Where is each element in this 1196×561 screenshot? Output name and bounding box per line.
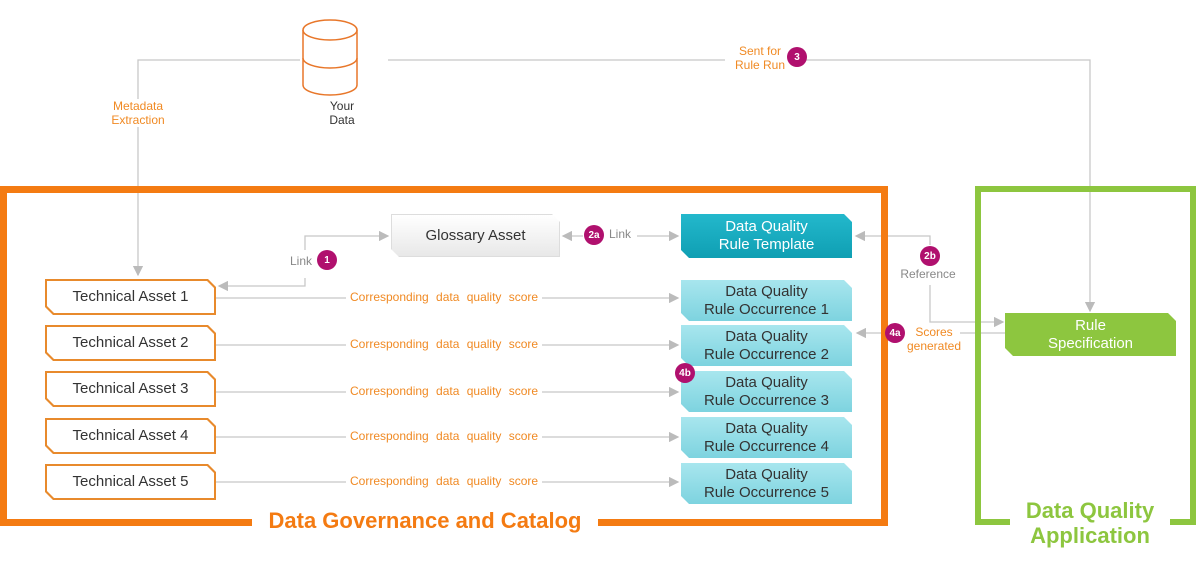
occurrence-line1: Data Quality xyxy=(725,327,808,345)
rule-spec-line1: Rule xyxy=(1075,316,1106,334)
occurrence-line2: Rule Occurrence 2 xyxy=(703,345,830,363)
dq-app-title-line2: Application xyxy=(1030,523,1150,548)
technical-asset-label: Technical Asset 3 xyxy=(47,373,214,405)
governance-title: Data Governance and Catalog xyxy=(252,508,598,533)
rule-template-line1: Data Quality xyxy=(725,218,808,235)
step-badge-1: 1 xyxy=(317,250,337,270)
your-data-line1: Your xyxy=(329,99,355,113)
dq-app-title: Data Quality Application xyxy=(1010,498,1170,548)
technical-asset-5[interactable]: Technical Asset 5 xyxy=(45,464,216,500)
scores-line1: Scores xyxy=(915,325,953,339)
technical-asset-label: Technical Asset 2 xyxy=(47,327,214,359)
diagram-canvas: Data Governance and Catalog Data Quality… xyxy=(0,0,1196,561)
sent-line1: Sent for xyxy=(738,44,782,58)
technical-asset-4[interactable]: Technical Asset 4 xyxy=(45,418,216,454)
rule-template-box[interactable]: Data Quality Rule Template xyxy=(681,214,852,258)
rule-spec-line2: Specification xyxy=(1047,334,1134,352)
score-label-5: Corresponding data quality score xyxy=(346,474,543,488)
step-badge-2a: 2a xyxy=(584,225,604,245)
scores-line2: generated xyxy=(906,339,962,353)
step-badge-4a: 4a xyxy=(885,323,905,343)
score-label-1: Corresponding data quality score xyxy=(346,290,543,304)
occurrence-line2: Rule Occurrence 5 xyxy=(703,483,830,501)
dq-app-title-line1: Data Quality xyxy=(1025,498,1155,523)
rule-occurrence-1[interactable]: Data Quality Rule Occurrence 1 xyxy=(681,280,852,321)
occurrence-line2: Rule Occurrence 1 xyxy=(703,300,830,318)
occurrence-line2: Rule Occurrence 3 xyxy=(703,391,830,409)
occurrence-line2: Rule Occurrence 4 xyxy=(703,437,830,455)
glossary-asset-box[interactable]: Glossary Asset xyxy=(391,214,560,257)
score-label-2: Corresponding data quality score xyxy=(346,337,543,351)
occurrence-line1: Data Quality xyxy=(725,465,808,483)
step-badge-3: 3 xyxy=(787,47,807,67)
step-badge-4b: 4b xyxy=(675,363,695,383)
technical-asset-label: Technical Asset 4 xyxy=(47,420,214,452)
rule-occurrence-4[interactable]: Data Quality Rule Occurrence 4 xyxy=(681,417,852,458)
step-badge-2b: 2b xyxy=(920,246,940,266)
occurrence-line1: Data Quality xyxy=(725,419,808,437)
rule-template-line2: Rule Template xyxy=(718,236,815,253)
rule-specification-box[interactable]: Rule Specification xyxy=(1005,313,1176,356)
database-icon xyxy=(302,19,358,96)
rule-occurrence-2[interactable]: Data Quality Rule Occurrence 2 xyxy=(681,325,852,366)
technical-asset-2[interactable]: Technical Asset 2 xyxy=(45,325,216,361)
metadata-extraction-line2: Extraction xyxy=(111,113,165,127)
occurrence-line1: Data Quality xyxy=(725,282,808,300)
rule-occurrence-3[interactable]: Data Quality Rule Occurrence 3 xyxy=(681,371,852,412)
scores-generated-label: Scores generated xyxy=(904,325,964,353)
occurrence-line1: Data Quality xyxy=(725,373,808,391)
link2a-label: Link xyxy=(608,227,631,241)
rule-occurrence-5[interactable]: Data Quality Rule Occurrence 5 xyxy=(681,463,852,504)
sent-line2: Rule Run xyxy=(734,58,786,72)
score-label-3: Corresponding data quality score xyxy=(346,384,543,398)
score-label-4: Corresponding data quality score xyxy=(346,429,543,443)
metadata-extraction-label: Metadata Extraction xyxy=(98,99,178,127)
technical-asset-label: Technical Asset 5 xyxy=(47,466,214,498)
your-data-line2: Data xyxy=(329,113,355,127)
technical-asset-3[interactable]: Technical Asset 3 xyxy=(45,371,216,407)
reference-label: Reference xyxy=(900,267,956,281)
technical-asset-1[interactable]: Technical Asset 1 xyxy=(45,279,216,315)
your-data-label: Your Data xyxy=(312,99,372,127)
link1-label: Link xyxy=(287,254,315,268)
technical-asset-label: Technical Asset 1 xyxy=(47,281,214,313)
sent-for-rule-run-label: Sent for Rule Run xyxy=(725,44,795,72)
metadata-extraction-line1: Metadata xyxy=(112,99,164,113)
